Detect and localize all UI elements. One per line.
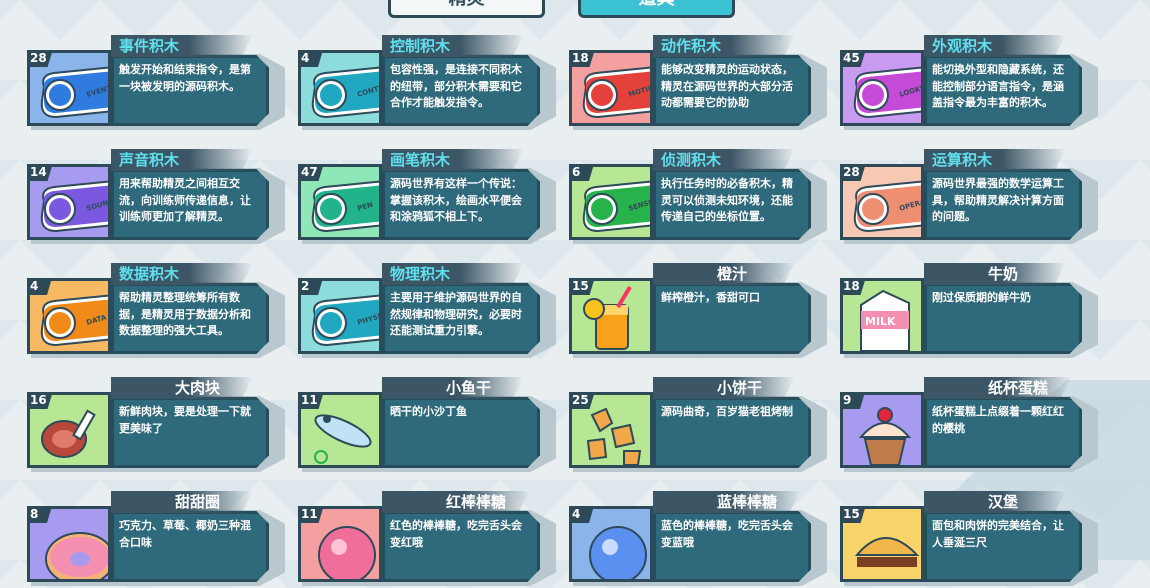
item-description: 源码曲奇，百岁猫老祖烤制 xyxy=(653,397,811,468)
item-title-text: 汉堡 xyxy=(988,493,1019,511)
item-description: 能切换外型和隐藏系统，还能控制部分语言指令，是涵盖指令最为丰富的积木。 xyxy=(924,55,1082,126)
item-title-text: 小饼干 xyxy=(717,379,763,397)
item-title-text: 声音积木 xyxy=(119,151,180,169)
item-description: 执行任务时的必备积木，精灵可以侦测未知环境，还能传递自己的坐标位置。 xyxy=(653,169,811,240)
item-description: 刚过保质期的鲜牛奶 xyxy=(924,283,1082,354)
item-title: 数据积木 xyxy=(111,263,253,285)
item-title-text: 侦测积木 xyxy=(661,151,722,169)
item-title: 汉堡 xyxy=(924,491,1066,513)
item-title: 声音积木 xyxy=(111,149,253,171)
item-title-text: 橙汁 xyxy=(717,265,748,283)
item-card[interactable]: LOOKS 45 能切换外型和隐藏系统，还能控制部分语言指令，是涵盖指令最为丰富… xyxy=(840,35,1098,132)
tab-sprites[interactable]: 精灵 xyxy=(388,0,545,18)
item-description: 纸杯蛋糕上点缀着一颗红红的樱桃 xyxy=(924,397,1082,468)
item-title: 蓝棒棒糖 xyxy=(653,491,802,513)
item-title-text: 外观积木 xyxy=(932,37,993,55)
item-title: 小鱼干 xyxy=(382,377,524,399)
tab-props[interactable]: 道具 xyxy=(578,0,735,18)
item-title-text: 牛奶 xyxy=(988,265,1019,283)
item-description: 能够改变精灵的运动状态，精灵在源码世界的大部分活动都需要它的协助 xyxy=(653,55,811,126)
item-card[interactable]: SENSING 6 执行任务时的必备积木，精灵可以侦测未知环境，还能传递自己的坐… xyxy=(569,149,827,246)
item-title-text: 蓝棒棒糖 xyxy=(717,493,778,511)
item-title-text: 动作积木 xyxy=(661,37,722,55)
item-title: 动作积木 xyxy=(653,35,795,57)
item-title: 纸杯蛋糕 xyxy=(924,377,1073,399)
item-title: 外观积木 xyxy=(924,35,1066,57)
item-title-text: 小鱼干 xyxy=(446,379,492,397)
item-title-text: 物理积木 xyxy=(390,265,451,283)
item-description: 触发开始和结束指令，是第一块被发明的源码积木。 xyxy=(111,55,269,126)
item-title: 控制积木 xyxy=(382,35,524,57)
item-title-text: 数据积木 xyxy=(119,265,180,283)
item-title-text: 画笔积木 xyxy=(390,151,451,169)
item-title: 画笔积木 xyxy=(382,149,524,171)
item-description: 鲜榨橙汁，香甜可口 xyxy=(653,283,811,354)
item-title: 大肉块 xyxy=(111,377,253,399)
item-title-text: 大肉块 xyxy=(175,379,221,397)
item-description: 主要用于维护源码世界的自然规律和物理研究，必要时还能测试重力引擎。 xyxy=(382,283,540,354)
item-card[interactable]: SOUND 14 用来帮助精灵之间相互交流，向训练师传递信息，让训练师更加了解精… xyxy=(27,149,285,246)
item-card[interactable]: OPERATORS 28 源码世界最强的数学运算工具，帮助精灵解决计算方面的问题… xyxy=(840,149,1098,246)
item-card[interactable]: MILK 18 刚过保质期的鲜牛奶 牛奶 xyxy=(840,263,1098,360)
item-title: 红棒棒糖 xyxy=(382,491,531,513)
item-title: 甜甜圈 xyxy=(111,491,253,513)
item-title-text: 纸杯蛋糕 xyxy=(988,379,1049,397)
item-title: 小饼干 xyxy=(653,377,795,399)
item-description: 晒干的小沙丁鱼 xyxy=(382,397,540,468)
item-card[interactable]: EVENTS 28 触发开始和结束指令，是第一块被发明的源码积木。 事件积木 xyxy=(27,35,285,132)
item-title-text: 运算积木 xyxy=(932,151,993,169)
item-card[interactable]: 15 面包和肉饼的完美结合，让人垂涎三尺 汉堡 xyxy=(840,491,1098,588)
item-description: 用来帮助精灵之间相互交流，向训练师传递信息，让训练师更加了解精灵。 xyxy=(111,169,269,240)
item-title-text: 事件积木 xyxy=(119,37,180,55)
item-card[interactable]: PHYSICS 2 主要用于维护源码世界的自然规律和物理研究，必要时还能测试重力… xyxy=(298,263,556,360)
item-card[interactable]: 16 新鲜肉块，要是处理一下就更美味了 大肉块 xyxy=(27,377,285,474)
item-card[interactable]: 4 蓝色的棒棒糖，吃完舌头会变蓝哦 蓝棒棒糖 xyxy=(569,491,827,588)
item-description: 红色的棒棒糖，吃完舌头会变红哦 xyxy=(382,511,540,582)
item-card[interactable]: PEN 47 源码世界有这样一个传说：掌握该积木，绘画水平便会和涂鸦狐不相上下。… xyxy=(298,149,556,246)
item-title: 物理积木 xyxy=(382,263,524,285)
item-title: 牛奶 xyxy=(924,263,1066,285)
item-card[interactable]: 8 巧克力、草莓、椰奶三种混合口味 甜甜圈 xyxy=(27,491,285,588)
item-title-text: 控制积木 xyxy=(390,37,451,55)
item-card[interactable]: CONTROL 4 包容性强，是连接不同积木的纽带，部分积木需要和它合作才能触发… xyxy=(298,35,556,132)
item-title-text: 甜甜圈 xyxy=(175,493,221,511)
item-description: 帮助精灵整理统筹所有数据，是精灵用于数据分析和数据整理的强大工具。 xyxy=(111,283,269,354)
item-title: 橙汁 xyxy=(653,263,795,285)
item-card[interactable]: 15 鲜榨橙汁，香甜可口 橙汁 xyxy=(569,263,827,360)
item-card[interactable]: MOTION 18 能够改变精灵的运动状态，精灵在源码世界的大部分活动都需要它的… xyxy=(569,35,827,132)
item-title: 侦测积木 xyxy=(653,149,795,171)
item-description: 蓝色的棒棒糖，吃完舌头会变蓝哦 xyxy=(653,511,811,582)
item-description: 源码世界有这样一个传说：掌握该积木，绘画水平便会和涂鸦狐不相上下。 xyxy=(382,169,540,240)
item-card[interactable]: 25 源码曲奇，百岁猫老祖烤制 小饼干 xyxy=(569,377,827,474)
item-description: 源码世界最强的数学运算工具，帮助精灵解决计算方面的问题。 xyxy=(924,169,1082,240)
item-card[interactable]: 9 纸杯蛋糕上点缀着一颗红红的樱桃 纸杯蛋糕 xyxy=(840,377,1098,474)
item-title: 运算积木 xyxy=(924,149,1066,171)
item-description: 新鲜肉块，要是处理一下就更美味了 xyxy=(111,397,269,468)
item-description: 包容性强，是连接不同积木的纽带，部分积木需要和它合作才能触发指令。 xyxy=(382,55,540,126)
item-title-text: 红棒棒糖 xyxy=(446,493,507,511)
item-card[interactable]: DATA 4 帮助精灵整理统筹所有数据，是精灵用于数据分析和数据整理的强大工具。… xyxy=(27,263,285,360)
item-card[interactable]: 11 红色的棒棒糖，吃完舌头会变红哦 红棒棒糖 xyxy=(298,491,556,588)
item-description: 面包和肉饼的完美结合，让人垂涎三尺 xyxy=(924,511,1082,582)
item-title: 事件积木 xyxy=(111,35,253,57)
svg-text:MILK: MILK xyxy=(865,315,896,328)
item-card[interactable]: 11 晒干的小沙丁鱼 小鱼干 xyxy=(298,377,556,474)
item-description: 巧克力、草莓、椰奶三种混合口味 xyxy=(111,511,269,582)
